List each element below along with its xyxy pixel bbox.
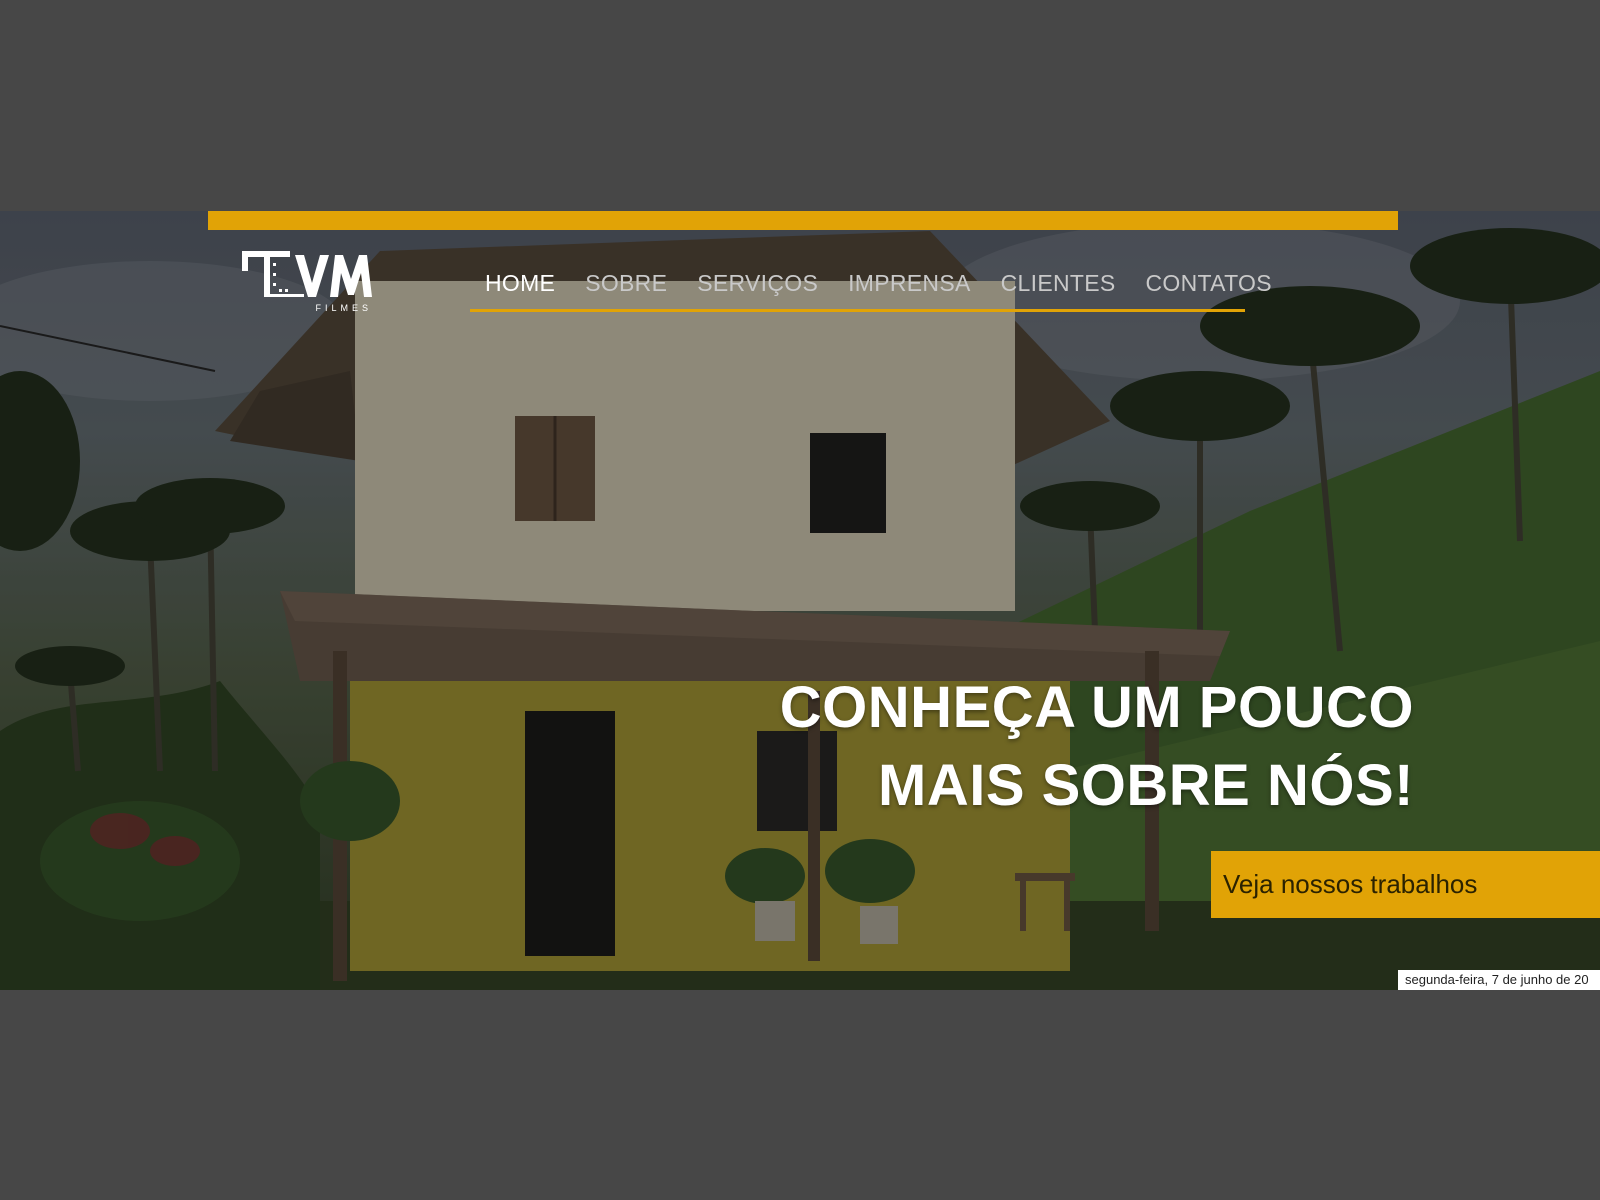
view-work-button[interactable]: Veja nossos trabalhos [1211,851,1600,918]
hero-headline-line-1: CONHEÇA UM POUCO [779,675,1414,740]
date-label: segunda-feira, 7 de junho de 20 [1398,970,1600,990]
vm-filmes-logo[interactable]: FILMES [240,249,380,319]
main-navigation: HOME SOBRE SERVIÇOS IMPRENSA CLIENTES CO… [470,257,1272,312]
logo-mark: FILMES [242,251,372,313]
logo-subtext: FILMES [315,303,372,313]
nav-home[interactable]: HOME [470,270,570,297]
accent-top-bar [208,211,1398,230]
nav-imprensa[interactable]: IMPRENSA [833,270,986,297]
nav-servicos[interactable]: SERVIÇOS [682,270,833,297]
nav-clientes[interactable]: CLIENTES [986,270,1131,297]
hero-section: FILMES HOME SOBRE SERVIÇOS IMPRENSA CLIE… [0,211,1600,990]
nav-contatos[interactable]: CONTATOS [1131,270,1287,297]
hero-headline: CONHEÇA UM POUCO MAIS SOBRE NÓS! [780,669,1414,825]
nav-sobre[interactable]: SOBRE [570,270,682,297]
hero-headline-line-2: MAIS SOBRE NÓS! [878,753,1414,818]
